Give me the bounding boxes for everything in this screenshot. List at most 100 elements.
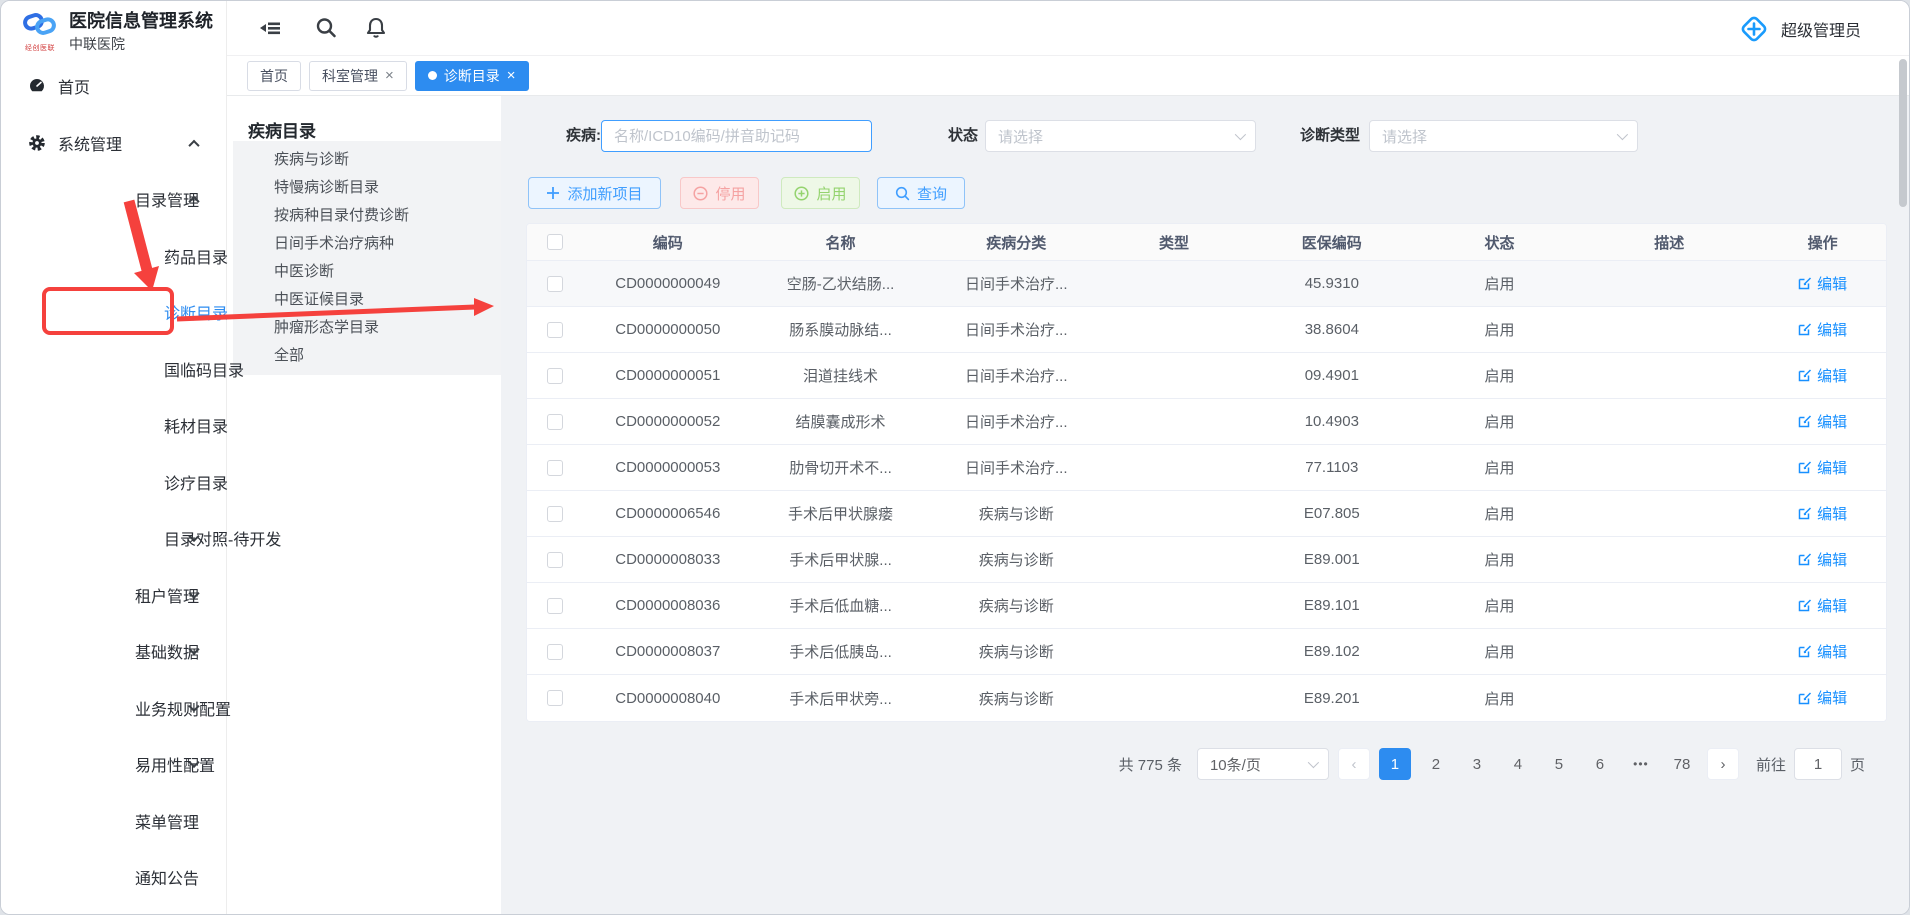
bell-icon[interactable]: [363, 15, 389, 41]
edit-button[interactable]: 编辑: [1798, 365, 1847, 386]
sidebar-menu-item[interactable]: 系统管理: [1, 115, 226, 172]
page-number-button[interactable]: 78: [1666, 748, 1698, 780]
tab-close-icon[interactable]: ×: [507, 68, 516, 83]
row-checkbox[interactable]: [547, 690, 563, 706]
nav-tab[interactable]: 诊断目录 ×: [415, 61, 529, 91]
catalog-list-item[interactable]: 中医证候目录: [233, 286, 501, 314]
cell-insurance-code: E89.001: [1244, 551, 1420, 568]
sidebar-item-label: 首页: [58, 74, 90, 98]
sidebar-menu-item[interactable]: 目录对照-待开发: [1, 510, 226, 567]
row-checkbox[interactable]: [547, 598, 563, 614]
row-checkbox[interactable]: [547, 552, 563, 568]
edit-icon: [1798, 276, 1812, 290]
sidebar-menu-item[interactable]: 国临码目录: [1, 341, 226, 398]
catalog-list-item[interactable]: 肿瘤形态学目录: [233, 314, 501, 342]
edit-button[interactable]: 编辑: [1798, 273, 1847, 294]
collapse-menu-icon[interactable]: [257, 15, 283, 41]
cell-name: 手术后低胰岛...: [753, 641, 929, 662]
edit-button[interactable]: 编辑: [1798, 457, 1847, 478]
row-checkbox[interactable]: [547, 460, 563, 476]
col-header-description: 描述: [1579, 232, 1759, 253]
sidebar-menu-item[interactable]: 易用性配置: [1, 736, 226, 793]
sidebar-item-label: 诊断目录: [164, 300, 228, 324]
tab-close-icon[interactable]: ×: [385, 68, 394, 83]
diagnosis-type-select[interactable]: 请选择: [1369, 120, 1638, 152]
page-number-button[interactable]: 6: [1584, 748, 1616, 780]
search-icon[interactable]: [313, 15, 339, 41]
edit-button[interactable]: 编辑: [1798, 503, 1847, 524]
enable-button[interactable]: 启用: [781, 177, 860, 209]
prev-page-button[interactable]: ‹: [1338, 748, 1370, 780]
scrollbar-thumb[interactable]: [1899, 59, 1907, 207]
catalog-list-item[interactable]: 中医诊断: [233, 258, 501, 286]
edit-button[interactable]: 编辑: [1798, 687, 1847, 708]
user-name: 超级管理员: [1781, 17, 1861, 41]
sidebar-menu-item[interactable]: 基础数据: [1, 623, 226, 680]
disease-search-input[interactable]: [601, 120, 872, 152]
cell-code: CD0000008036: [583, 597, 753, 614]
sidebar-menu-item[interactable]: 通知公告: [1, 849, 226, 906]
edit-button[interactable]: 编辑: [1798, 319, 1847, 340]
next-page-button[interactable]: ›: [1707, 748, 1739, 780]
catalog-list-item[interactable]: 日间手术治疗病种: [233, 230, 501, 258]
cell-insurance-code: 45.9310: [1244, 275, 1420, 292]
catalog-list-item[interactable]: 特慢病诊断目录: [233, 174, 501, 202]
disable-button[interactable]: 停用: [680, 177, 759, 209]
page-number-list: 1 2 3 4 5 6 ••• 78: [1379, 748, 1698, 780]
sidebar-menu-item[interactable]: 诊断目录: [1, 284, 226, 341]
edit-icon: [1798, 691, 1812, 705]
cell-category: 日间手术治疗...: [928, 273, 1104, 294]
row-checkbox[interactable]: [547, 276, 563, 292]
catalog-panel-title: 疾病目录: [248, 117, 316, 142]
catalog-panel: 疾病目录 疾病与诊断 特慢病诊断目录 按病种目录付费诊断 日间手术治疗病种 中医…: [227, 96, 501, 914]
query-button[interactable]: 查询: [877, 177, 965, 209]
sidebar-menu-item[interactable]: 诊疗目录: [1, 454, 226, 511]
sidebar-menu-item[interactable]: 目录管理: [1, 171, 226, 228]
cell-category: 日间手术治疗...: [928, 365, 1104, 386]
sidebar-menu-item[interactable]: 租户管理: [1, 567, 226, 624]
sidebar-menu-item[interactable]: 业务规则配置: [1, 680, 226, 737]
edit-button[interactable]: 编辑: [1798, 641, 1847, 662]
catalog-list-item[interactable]: 按病种目录付费诊断: [233, 202, 501, 230]
page-number-button[interactable]: 5: [1543, 748, 1575, 780]
sidebar-menu-item[interactable]: 首页: [1, 58, 226, 115]
page-number-button[interactable]: 3: [1461, 748, 1493, 780]
page-number-button[interactable]: 4: [1502, 748, 1534, 780]
row-checkbox[interactable]: [547, 414, 563, 430]
tab-label: 科室管理: [322, 66, 378, 86]
sidebar-menu-item[interactable]: 菜单管理: [1, 793, 226, 850]
row-checkbox[interactable]: [547, 644, 563, 660]
row-checkbox[interactable]: [547, 368, 563, 384]
gear-icon: [28, 134, 46, 152]
cell-name: 手术后低血糖...: [753, 595, 929, 616]
page-size-select[interactable]: 10条/页: [1197, 748, 1329, 780]
col-header-type: 类型: [1104, 232, 1244, 253]
select-all-checkbox[interactable]: [547, 234, 563, 250]
page-number-button[interactable]: 1: [1379, 748, 1411, 780]
nav-tab[interactable]: 科室管理 ×: [309, 61, 407, 91]
sidebar-menu-item[interactable]: 药品目录: [1, 228, 226, 285]
cell-name: 肠系膜动脉结...: [753, 319, 929, 340]
edit-label: 编辑: [1817, 457, 1847, 478]
sidebar-menu-item[interactable]: 耗材目录: [1, 397, 226, 454]
catalog-list-item[interactable]: 全部: [233, 342, 501, 370]
edit-button[interactable]: 编辑: [1798, 595, 1847, 616]
table-row: CD0000000051 泪道挂线术 日间手术治疗... 09.4901 启用: [527, 353, 1886, 399]
edit-button[interactable]: 编辑: [1798, 549, 1847, 570]
goto-page-input[interactable]: [1794, 748, 1842, 780]
page-number-button[interactable]: 2: [1420, 748, 1452, 780]
nav-tab[interactable]: 首页 ×: [247, 61, 301, 91]
sidebar: 经创医联 医院信息管理系统 中联医院: [1, 1, 227, 914]
col-header-insurance-code: 医保编码: [1244, 232, 1420, 253]
page-number-button[interactable]: •••: [1625, 748, 1657, 780]
add-item-button[interactable]: 添加新项目: [528, 177, 661, 209]
edit-button[interactable]: 编辑: [1798, 411, 1847, 432]
cell-name: 手术后甲状旁...: [753, 688, 929, 709]
edit-label: 编辑: [1817, 549, 1847, 570]
table-row: CD0000000049 空肠-乙状结肠... 日间手术治疗... 45.931…: [527, 261, 1886, 307]
row-checkbox[interactable]: [547, 322, 563, 338]
user-menu[interactable]: 超级管理员: [1737, 1, 1861, 56]
row-checkbox[interactable]: [547, 506, 563, 522]
status-select[interactable]: 请选择: [985, 120, 1256, 152]
catalog-list-item[interactable]: 疾病与诊断: [233, 146, 501, 174]
